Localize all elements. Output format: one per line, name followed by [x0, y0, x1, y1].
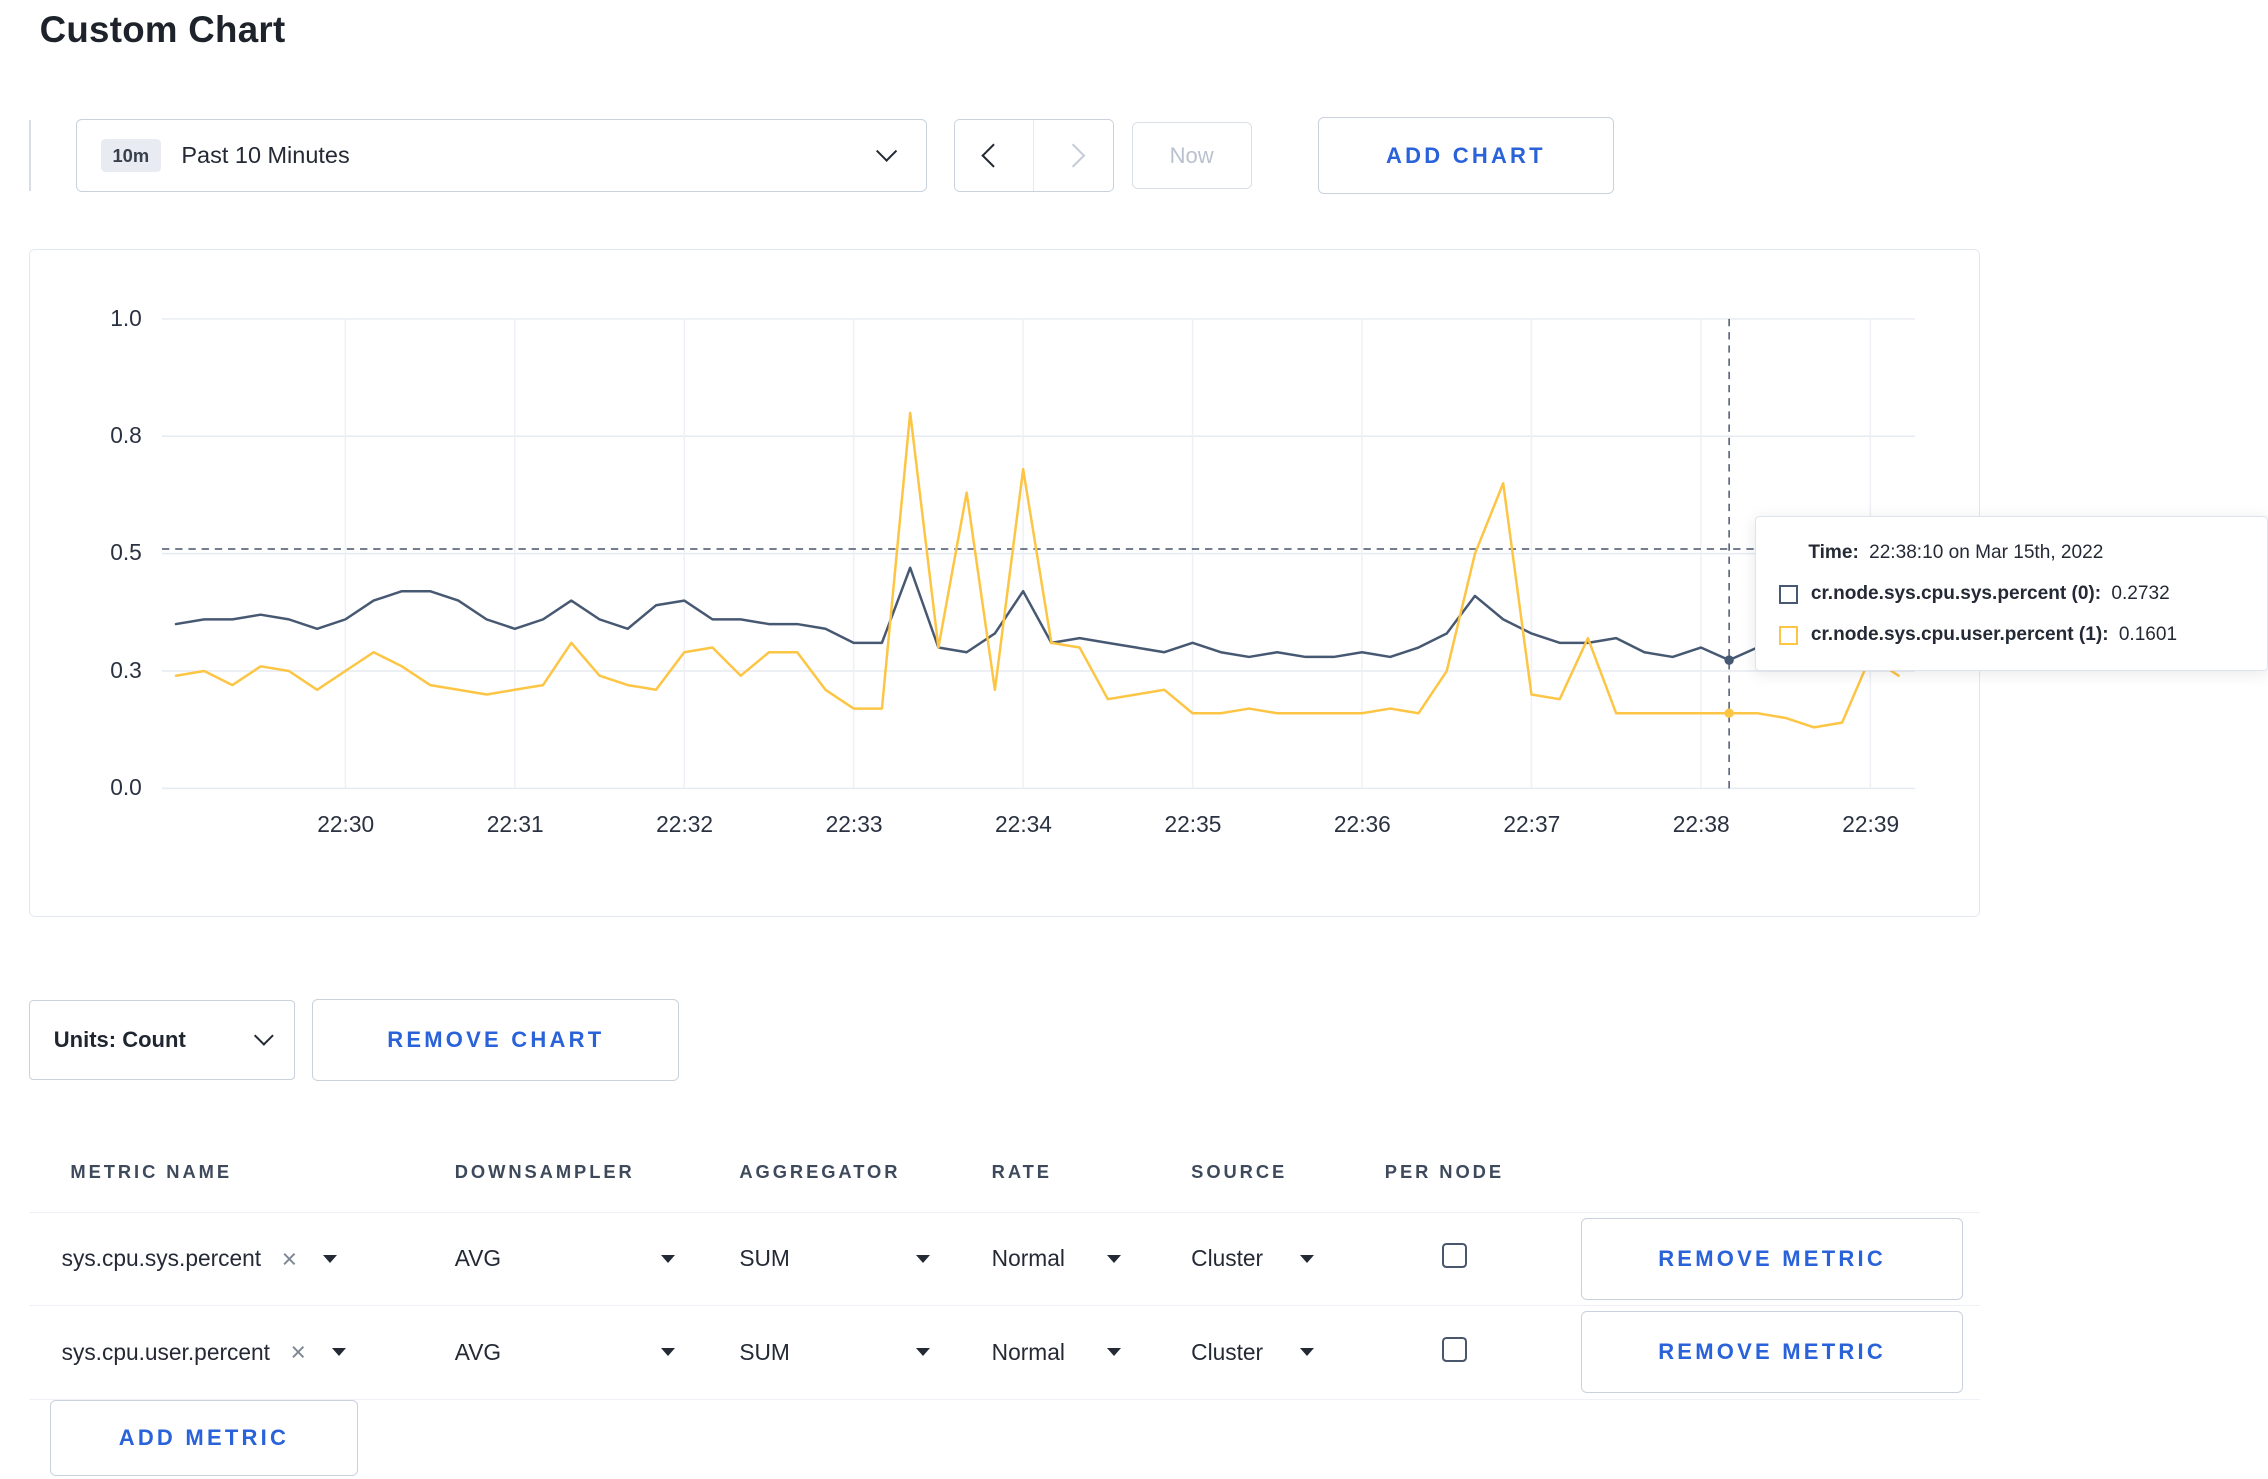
chevron-right-icon [1061, 143, 1086, 168]
x-axis-tick-label: 22:37 [1503, 810, 1561, 837]
chevron-left-icon [981, 143, 1006, 168]
y-axis-tick-label: 1.0 [110, 304, 142, 331]
rate-select[interactable]: Normal [992, 1339, 1121, 1366]
caret-down-icon [1300, 1254, 1315, 1264]
metrics-table: METRIC NAME DOWNSAMPLER AGGREGATOR RATE … [29, 1132, 1981, 1400]
x-axis-tick-label: 22:39 [1842, 810, 1900, 837]
metrics-table-header: METRIC NAME DOWNSAMPLER AGGREGATOR RATE … [29, 1133, 1981, 1213]
header-metric-name: METRIC NAME [70, 1161, 232, 1183]
custom-chart-page: Custom Chart 10m Past 10 Minutes Now ADD… [0, 0, 2268, 1479]
remove-metric-button[interactable]: REMOVE METRIC [1581, 1311, 1963, 1394]
x-axis-tick-label: 22:35 [1164, 810, 1222, 837]
next-time-button[interactable] [1033, 120, 1113, 191]
x-axis-tick-label: 22:31 [486, 810, 544, 837]
aggregator-select[interactable]: SUM [739, 1245, 931, 1272]
sys-series-swatch-icon [1779, 585, 1798, 604]
metric-name-select[interactable]: sys.cpu.user.percent × [29, 1339, 454, 1366]
per-node-checkbox[interactable] [1442, 1243, 1467, 1269]
user-series-swatch-icon [1779, 626, 1798, 645]
time-pager [953, 119, 1114, 192]
tooltip-series-value: 0.1601 [2118, 624, 2178, 646]
prev-time-button[interactable] [954, 120, 1034, 191]
y-axis-tick-label: 0.8 [110, 422, 142, 448]
metric-name-label: sys.cpu.sys.percent [61, 1245, 262, 1272]
page-title: Custom Chart [39, 8, 286, 50]
downsampler-select[interactable]: AVG [455, 1339, 675, 1366]
tooltip-time-value: 22:38:10 on Mar 15th, 2022 [1869, 541, 2104, 563]
add-metric-button[interactable]: ADD METRIC [49, 1399, 358, 1476]
caret-down-icon [660, 1254, 675, 1264]
caret-down-icon [916, 1254, 931, 1264]
per-node-checkbox[interactable] [1442, 1336, 1467, 1362]
y-axis-tick-label: 0.5 [110, 539, 142, 566]
aggregator-select[interactable]: SUM [739, 1339, 931, 1366]
time-range-select[interactable]: 10m Past 10 Minutes [76, 118, 928, 193]
x-axis-tick-label: 22:33 [825, 810, 883, 837]
crosshair-tooltip: Time: 22:38:10 on Mar 15th, 2022 cr.node… [1754, 516, 2268, 671]
header-source: SOURCE [1191, 1161, 1288, 1183]
close-icon[interactable]: × [291, 1339, 306, 1365]
units-label: Units: Count [53, 1027, 186, 1053]
header-rate: RATE [991, 1161, 1052, 1183]
source-select[interactable]: Cluster [1191, 1245, 1315, 1272]
time-range-badge: 10m [100, 138, 161, 173]
toolbar-divider [29, 120, 31, 191]
header-aggregator: AGGREGATOR [739, 1161, 901, 1183]
caret-down-icon [916, 1348, 931, 1358]
y-axis-tick-label: 0.3 [110, 656, 142, 683]
caret-down-icon [323, 1254, 338, 1264]
units-select[interactable]: Units: Count [29, 999, 295, 1081]
x-axis-tick-label: 22:38 [1672, 810, 1730, 837]
caret-down-icon [1106, 1254, 1121, 1264]
header-downsampler: DOWNSAMPLER [454, 1161, 635, 1183]
chart-plot[interactable] [162, 316, 1916, 800]
chart-controls: Units: Count REMOVE CHART [29, 999, 680, 1082]
x-axis-tick-label: 22:34 [995, 810, 1052, 837]
table-row: sys.cpu.user.percent × AVG SUM Normal Cl… [29, 1306, 1981, 1400]
chevron-down-icon [253, 1026, 274, 1046]
now-button[interactable]: Now [1131, 121, 1252, 190]
table-row: sys.cpu.sys.percent × AVG SUM Normal Clu… [29, 1213, 1981, 1307]
remove-chart-button[interactable]: REMOVE CHART [312, 999, 680, 1082]
x-axis-tick-label: 22:32 [656, 810, 714, 837]
metric-name-select[interactable]: sys.cpu.sys.percent × [29, 1245, 454, 1272]
toolbar: 10m Past 10 Minutes Now ADD CHART [29, 117, 1615, 194]
tooltip-series-label: cr.node.sys.cpu.sys.percent (0): [1810, 582, 2102, 604]
source-select[interactable]: Cluster [1191, 1339, 1315, 1366]
chevron-down-icon [875, 140, 897, 163]
chart-card: 0.0 0.3 0.5 0.8 1.0 22:30 22:31 22:32 22:33 22:3… [29, 249, 1981, 917]
x-axis-tick-label: 22:36 [1333, 810, 1391, 837]
tooltip-series-value: 0.2732 [2111, 582, 2170, 604]
y-axis-tick-label: 0.0 [110, 774, 142, 801]
caret-down-icon [1106, 1348, 1121, 1358]
metric-name-label: sys.cpu.user.percent [61, 1338, 270, 1365]
tooltip-series-label: cr.node.sys.cpu.user.percent (1): [1810, 624, 2109, 646]
close-icon[interactable]: × [282, 1246, 297, 1272]
tooltip-time-label: Time: [1808, 541, 1859, 563]
caret-down-icon [1300, 1348, 1315, 1358]
rate-select[interactable]: Normal [992, 1245, 1121, 1272]
caret-down-icon [332, 1348, 347, 1358]
downsampler-select[interactable]: AVG [455, 1245, 675, 1272]
add-chart-button[interactable]: ADD CHART [1317, 117, 1615, 194]
header-per-node: PER NODE [1384, 1161, 1504, 1183]
caret-down-icon [660, 1348, 675, 1358]
x-axis-tick-label: 22:30 [317, 810, 375, 837]
remove-metric-button[interactable]: REMOVE METRIC [1581, 1217, 1963, 1300]
time-range-label: Past 10 Minutes [181, 142, 350, 168]
